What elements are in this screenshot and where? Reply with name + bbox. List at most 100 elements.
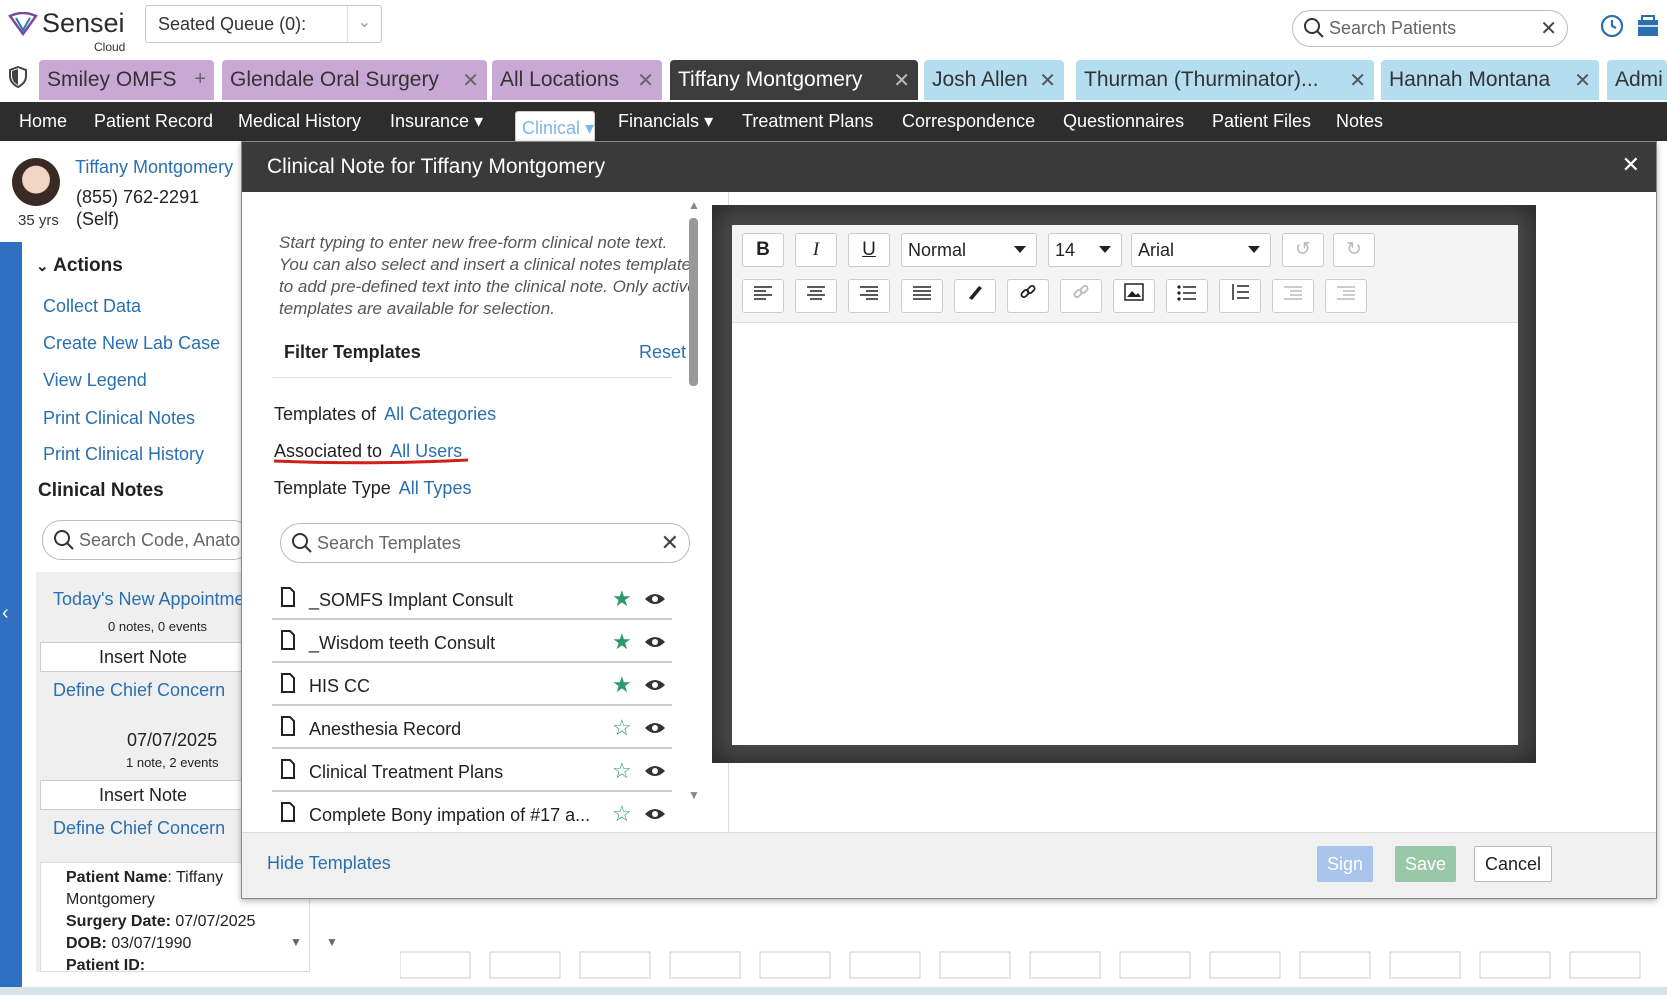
define-chief-concern-link[interactable]: Define Chief Concern bbox=[53, 818, 225, 839]
close-tab-icon[interactable]: ✕ bbox=[1039, 68, 1056, 93]
tab-admin[interactable]: Admi bbox=[1607, 60, 1667, 100]
templates-scrollbar[interactable]: ▲ ▼ bbox=[688, 198, 700, 802]
outdent-button[interactable] bbox=[1325, 279, 1367, 313]
star-outline-icon[interactable]: ☆ bbox=[612, 758, 632, 784]
clear-search-icon[interactable]: ✕ bbox=[1540, 16, 1557, 41]
insert-note-button[interactable]: Insert Note bbox=[40, 780, 246, 810]
bold-button[interactable]: B bbox=[742, 233, 784, 267]
scroll-down-icon[interactable]: ▼ bbox=[290, 935, 302, 949]
template-row[interactable]: _Wisdom teeth Consult ★ bbox=[272, 625, 672, 663]
nav-questionnaires[interactable]: Questionnaires bbox=[1063, 111, 1184, 132]
action-print-clinical-history[interactable]: Print Clinical History bbox=[43, 444, 204, 465]
clear-search-icon[interactable]: ✕ bbox=[661, 530, 679, 556]
redo-button[interactable]: ↻ bbox=[1333, 233, 1375, 267]
nav-financials[interactable]: Financials ▾ bbox=[618, 111, 713, 132]
shield-icon[interactable] bbox=[8, 66, 28, 88]
star-filled-icon[interactable]: ★ bbox=[612, 629, 632, 655]
align-right-button[interactable] bbox=[848, 279, 890, 313]
tab-all-locations[interactable]: All Locations ✕ bbox=[492, 60, 662, 100]
insert-image-button[interactable] bbox=[1113, 279, 1155, 313]
scrollbar-thumb[interactable] bbox=[689, 218, 698, 386]
close-tab-icon[interactable]: ✕ bbox=[1574, 68, 1591, 93]
align-left-button[interactable] bbox=[742, 279, 784, 313]
italic-button[interactable]: I bbox=[795, 233, 837, 267]
clock-icon[interactable] bbox=[1600, 14, 1624, 38]
define-chief-concern-link[interactable]: Define Chief Concern bbox=[53, 680, 225, 701]
tab-smiley-omfs[interactable]: Smiley OMFS + bbox=[39, 60, 214, 100]
filter-category-value[interactable]: All Categories bbox=[384, 404, 496, 424]
add-tab-icon[interactable]: + bbox=[194, 68, 206, 91]
eye-icon[interactable] bbox=[644, 807, 666, 821]
star-filled-icon[interactable]: ★ bbox=[612, 586, 632, 612]
appointment-group-date[interactable]: 07/07/2025 bbox=[127, 730, 217, 751]
undo-button[interactable]: ↺ bbox=[1282, 233, 1324, 267]
seated-queue-select[interactable]: Seated Queue (0): ⌄ bbox=[145, 5, 382, 43]
patient-search-input[interactable]: Search Patients ✕ bbox=[1292, 10, 1568, 47]
calendar-icon[interactable] bbox=[1636, 14, 1658, 38]
nav-home[interactable]: Home bbox=[19, 111, 67, 132]
filter-type-value[interactable]: All Types bbox=[399, 478, 472, 498]
tab-glendale-oral-surgery[interactable]: Glendale Oral Surgery ✕ bbox=[222, 60, 487, 100]
bullet-list-button[interactable] bbox=[1166, 279, 1208, 313]
collapse-panel-strip[interactable]: ‹ bbox=[0, 242, 22, 987]
unlink-button[interactable] bbox=[1060, 279, 1102, 313]
numbered-list-button[interactable] bbox=[1219, 279, 1261, 313]
close-tab-icon[interactable]: ✕ bbox=[1349, 68, 1366, 93]
appointment-group-title[interactable]: Today's New Appointment bbox=[53, 589, 243, 610]
font-size-select[interactable]: 14 bbox=[1048, 233, 1122, 267]
actions-header[interactable]: ⌄ Actions bbox=[36, 255, 123, 277]
template-search-input[interactable]: Search Templates ✕ bbox=[280, 523, 690, 563]
align-center-button[interactable] bbox=[795, 279, 837, 313]
nav-patient-files[interactable]: Patient Files bbox=[1212, 111, 1311, 132]
action-collect-data[interactable]: Collect Data bbox=[43, 296, 141, 317]
star-outline-icon[interactable]: ☆ bbox=[612, 715, 632, 741]
tab-tiffany-montgomery[interactable]: Tiffany Montgomery ✕ bbox=[670, 60, 918, 100]
eye-icon[interactable] bbox=[644, 764, 666, 778]
eye-icon[interactable] bbox=[644, 721, 666, 735]
clinical-notes-search-input[interactable]: Search Code, Anatomy bbox=[42, 520, 252, 560]
nav-patient-record[interactable]: Patient Record bbox=[94, 111, 213, 132]
eye-icon[interactable] bbox=[644, 635, 666, 649]
rich-text-editor[interactable]: B I U Normal 14 Arial ↺ ↻ bbox=[732, 225, 1518, 745]
template-row[interactable]: _SOMFS Implant Consult ★ bbox=[272, 582, 672, 620]
highlight-button[interactable] bbox=[954, 279, 996, 313]
scroll-down-icon[interactable]: ▼ bbox=[326, 935, 338, 949]
tab-hannah-montana[interactable]: Hannah Montana ✕ bbox=[1381, 60, 1599, 100]
nav-treatment-plans[interactable]: Treatment Plans bbox=[742, 111, 873, 132]
template-row[interactable]: Complete Bony impation of #17 a... ☆ bbox=[272, 797, 672, 832]
indent-button[interactable] bbox=[1272, 279, 1314, 313]
action-print-clinical-notes[interactable]: Print Clinical Notes bbox=[43, 408, 195, 429]
sign-button[interactable]: Sign bbox=[1317, 846, 1373, 882]
template-row[interactable]: HIS CC ★ bbox=[272, 668, 672, 706]
close-tab-icon[interactable]: ✕ bbox=[637, 68, 654, 93]
format-select[interactable]: Normal bbox=[901, 233, 1037, 267]
action-view-legend[interactable]: View Legend bbox=[43, 370, 147, 391]
hide-templates-link[interactable]: Hide Templates bbox=[267, 853, 391, 874]
save-button[interactable]: Save bbox=[1395, 846, 1456, 882]
nav-correspondence[interactable]: Correspondence bbox=[902, 111, 1035, 132]
patient-name-link[interactable]: Tiffany Montgomery bbox=[75, 157, 233, 178]
close-tab-icon[interactable]: ✕ bbox=[462, 68, 479, 93]
action-create-lab-case[interactable]: Create New Lab Case bbox=[43, 333, 220, 354]
insert-note-button[interactable]: Insert Note bbox=[40, 642, 246, 672]
font-family-select[interactable]: Arial bbox=[1131, 233, 1271, 267]
insert-link-button[interactable] bbox=[1007, 279, 1049, 313]
eye-icon[interactable] bbox=[644, 592, 666, 606]
template-row[interactable]: Anesthesia Record ☆ bbox=[272, 711, 672, 749]
reset-filters-link[interactable]: Reset bbox=[639, 342, 686, 363]
scroll-down-icon[interactable]: ▼ bbox=[688, 788, 700, 802]
nav-clinical[interactable]: Clinical ▾ bbox=[515, 111, 596, 145]
tab-thurman[interactable]: Thurman (Thurminator)... ✕ bbox=[1076, 60, 1374, 100]
cancel-button[interactable]: Cancel bbox=[1474, 846, 1552, 882]
nav-notes[interactable]: Notes bbox=[1336, 111, 1383, 132]
template-row[interactable]: Clinical Treatment Plans ☆ bbox=[272, 754, 672, 792]
tab-josh-allen[interactable]: Josh Allen ✕ bbox=[924, 60, 1064, 100]
close-tab-icon[interactable]: ✕ bbox=[893, 68, 910, 93]
star-outline-icon[interactable]: ☆ bbox=[612, 801, 632, 827]
underline-button[interactable]: U bbox=[848, 233, 890, 267]
nav-medical-history[interactable]: Medical History bbox=[238, 111, 361, 132]
justify-button[interactable] bbox=[901, 279, 943, 313]
scroll-up-icon[interactable]: ▲ bbox=[688, 198, 700, 212]
close-icon[interactable]: ✕ bbox=[1622, 152, 1640, 178]
nav-insurance[interactable]: Insurance ▾ bbox=[390, 111, 483, 132]
